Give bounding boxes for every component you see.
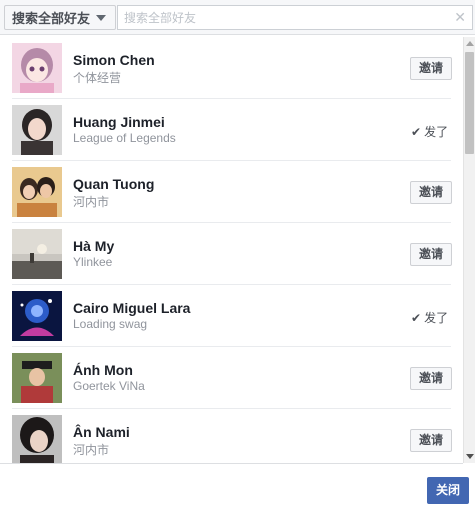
search-box: ✕ xyxy=(117,5,473,30)
friend-subtitle: 河内市 xyxy=(73,443,110,457)
invite-button[interactable]: 邀请 xyxy=(410,243,452,266)
check-icon: ✔ xyxy=(411,311,422,325)
list-item: Simon Chen 个体经营 邀请 xyxy=(0,37,463,99)
friend-name[interactable]: Huang Jinmei xyxy=(73,114,165,130)
search-toolbar: 搜索全部好友 ✕ xyxy=(0,0,475,35)
list-item: Cairo Miguel Lara Loading swag ✔ 发了 xyxy=(0,285,463,347)
avatar xyxy=(12,229,62,279)
invited-label: 发了 xyxy=(424,311,449,325)
search-input[interactable] xyxy=(118,6,443,29)
invite-button[interactable]: 邀请 xyxy=(410,181,452,204)
invited-status: ✔ 发了 xyxy=(411,309,448,326)
friend-name[interactable]: Ân Nami xyxy=(73,424,130,440)
friend-name[interactable]: Hà My xyxy=(73,238,114,254)
caret-down-icon xyxy=(96,14,107,21)
filter-label: 搜索全部好友 xyxy=(12,11,91,26)
scrollbar[interactable] xyxy=(463,37,475,463)
avatar xyxy=(12,43,62,93)
friend-name[interactable]: Cairo Miguel Lara xyxy=(73,300,190,316)
avatar xyxy=(12,415,62,463)
list-item: Ân Nami 河内市 邀请 xyxy=(0,409,463,463)
friend-subtitle: Ylinkee xyxy=(73,255,113,269)
friend-name[interactable]: Simon Chen xyxy=(73,52,155,68)
list-item: Huang Jinmei League of Legends ✔ 发了 xyxy=(0,99,463,161)
invited-status: ✔ 发了 xyxy=(411,123,448,140)
filter-dropdown-button[interactable]: 搜索全部好友 xyxy=(4,5,116,30)
invited-label: 发了 xyxy=(424,125,449,139)
list-item: Hà My Ylinkee 邀请 xyxy=(0,223,463,285)
check-icon: ✔ xyxy=(411,125,422,139)
list-item: Ánh Mon Goertek ViNa 邀请 xyxy=(0,347,463,409)
friend-subtitle: League of Legends xyxy=(73,131,176,145)
friend-subtitle: 河内市 xyxy=(73,195,110,209)
invite-button[interactable]: 邀请 xyxy=(410,57,452,80)
friend-subtitle: Goertek ViNa xyxy=(73,379,145,393)
avatar xyxy=(12,291,62,341)
close-button[interactable]: 关闭 xyxy=(427,477,469,504)
avatar xyxy=(12,167,62,217)
avatar xyxy=(12,353,62,403)
friend-subtitle: 个体经营 xyxy=(73,71,122,85)
scrollbar-thumb[interactable] xyxy=(465,52,474,154)
scroll-down-arrow-icon[interactable] xyxy=(466,454,474,459)
friend-subtitle: Loading swag xyxy=(73,317,148,331)
invite-button[interactable]: 邀请 xyxy=(410,367,452,390)
avatar xyxy=(12,105,62,155)
friend-name[interactable]: Ánh Mon xyxy=(73,362,133,378)
list-item: Quan Tuong 河内市 邀请 xyxy=(0,161,463,223)
scroll-up-arrow-icon[interactable] xyxy=(466,41,474,46)
invite-button[interactable]: 邀请 xyxy=(410,429,452,452)
dialog-footer: 关闭 xyxy=(0,464,475,506)
friend-name[interactable]: Quan Tuong xyxy=(73,176,154,192)
friend-list: Simon Chen 个体经营 邀请 Huang Jinmei League o… xyxy=(0,37,463,464)
close-icon[interactable]: ✕ xyxy=(454,9,466,25)
